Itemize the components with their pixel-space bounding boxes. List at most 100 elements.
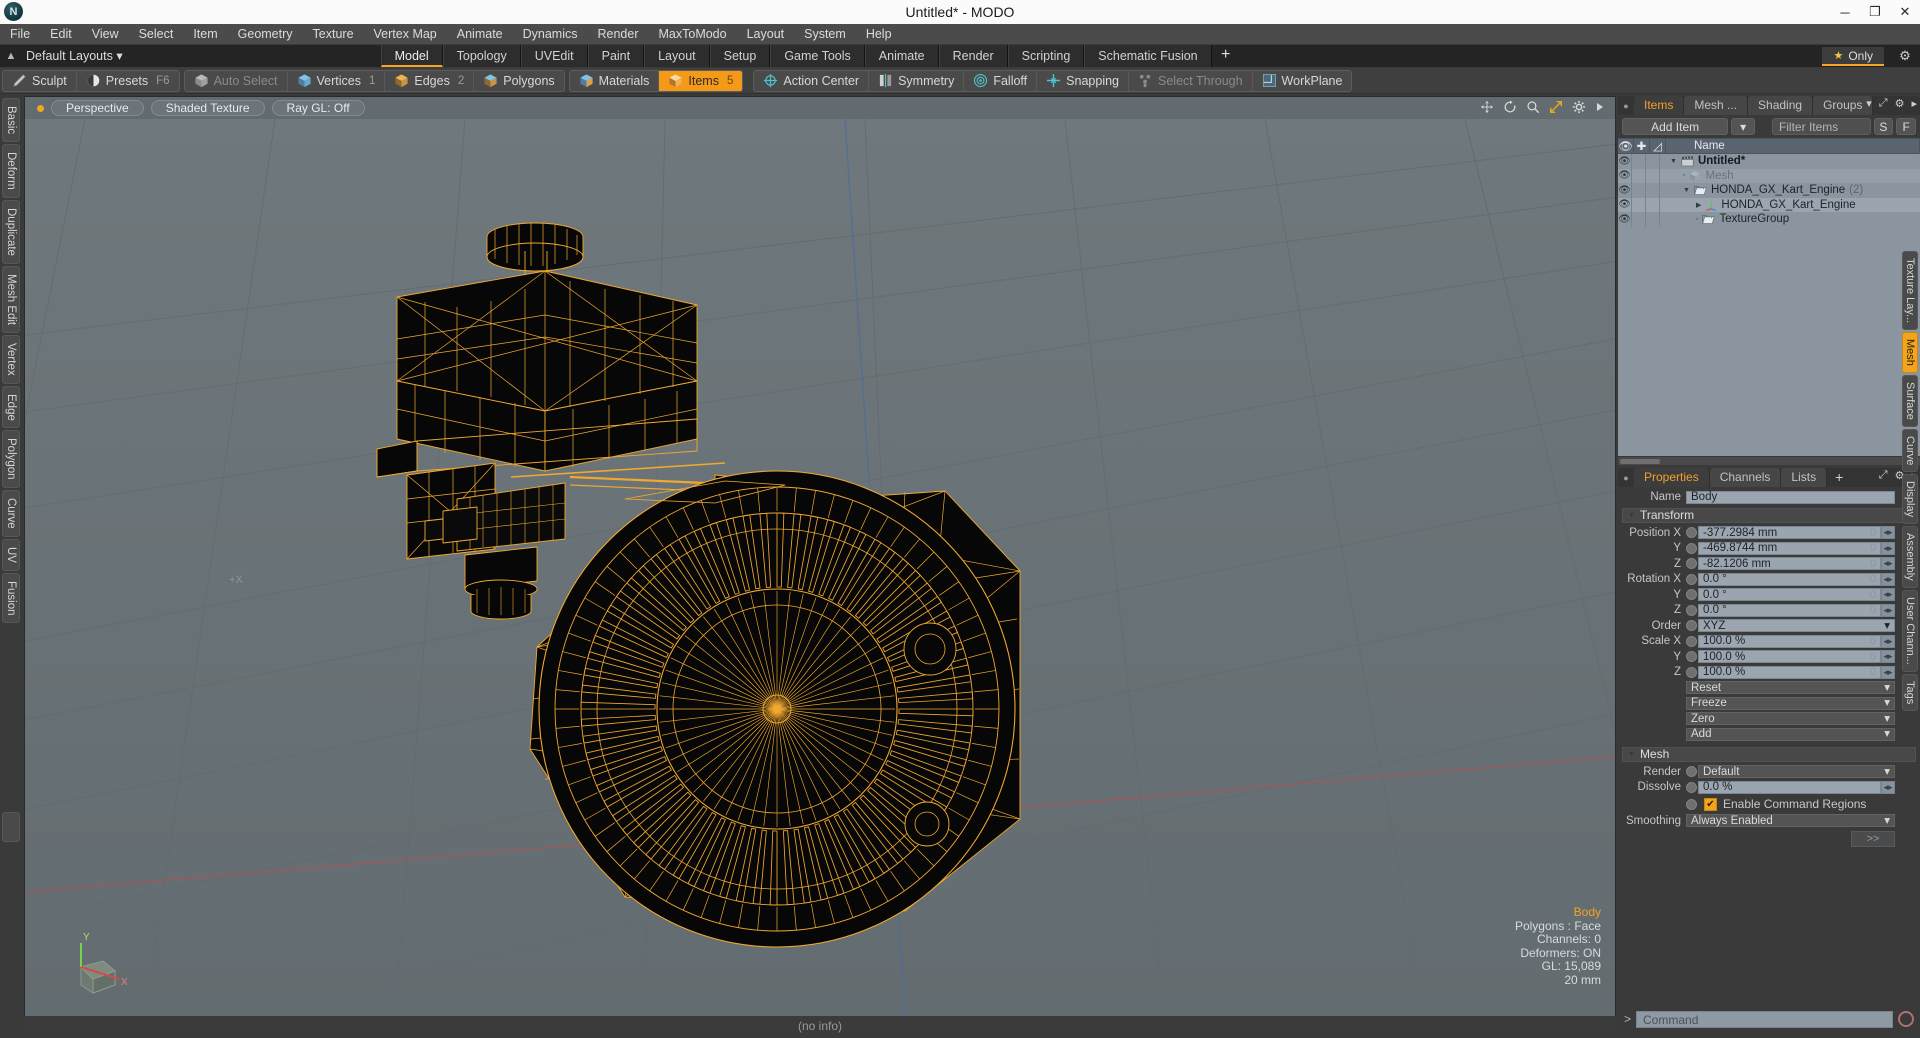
toolbar-button-items[interactable]: Items 5 xyxy=(659,70,743,91)
channel-dot-icon[interactable] xyxy=(1686,635,1697,647)
items-tab-mesh-[interactable]: Mesh ... xyxy=(1684,96,1749,115)
add-properties-tab-button[interactable]: + xyxy=(1827,468,1851,487)
channel-dot-icon[interactable] xyxy=(1686,781,1697,793)
properties-tab-properties[interactable]: Properties xyxy=(1634,468,1710,487)
viewport-raygl-mode[interactable]: Ray GL: Off xyxy=(271,100,365,116)
toolbar-button-polygons[interactable]: Polygons xyxy=(474,71,563,91)
toolbar-button-auto-select[interactable]: Auto Select xyxy=(185,70,288,91)
items-tree-row[interactable]: 👁 ▼ HONDA_GX_Kart_Engine (2) xyxy=(1618,183,1920,198)
right-tab-mesh[interactable]: Mesh xyxy=(1902,332,1918,374)
gear-icon[interactable]: ⚙ xyxy=(1895,97,1905,110)
layout-tab-paint[interactable]: Paint xyxy=(587,45,645,67)
channel-dot-icon[interactable] xyxy=(1686,604,1697,616)
zoom-icon[interactable] xyxy=(1526,100,1540,114)
transform-row-spinner[interactable]: ◂▸ xyxy=(1881,526,1895,540)
reset-zero-icon[interactable]: 0 xyxy=(1870,573,1876,585)
add-layout-tab-button[interactable]: + xyxy=(1212,45,1240,67)
toolbar-button-symmetry[interactable]: Symmetry xyxy=(869,70,965,91)
left-tab-edge[interactable]: Edge xyxy=(2,385,20,429)
gear-icon[interactable] xyxy=(1572,100,1586,114)
items-tree-row-content[interactable]: ▪ Mesh xyxy=(1660,170,1734,182)
row-axis-toggle[interactable] xyxy=(1646,168,1660,183)
channel-dot-icon[interactable] xyxy=(1686,766,1697,778)
row-lock-toggle[interactable] xyxy=(1632,168,1646,183)
layout-tab-topology[interactable]: Topology xyxy=(442,45,521,67)
row-lock-toggle[interactable] xyxy=(1632,183,1646,198)
left-tab-basic[interactable]: Basic xyxy=(2,98,20,143)
mesh-section-header[interactable]: ▼ Mesh xyxy=(1622,746,1916,762)
row-visibility-toggle[interactable]: 👁 xyxy=(1618,212,1632,227)
channel-dot-icon[interactable] xyxy=(1686,620,1697,632)
arrow-right-icon[interactable]: ▸ xyxy=(1911,97,1917,110)
row-twirl-icon[interactable]: ▼ xyxy=(1670,158,1677,165)
layout-tab-scripting[interactable]: Scripting xyxy=(1007,45,1085,67)
menu-item-geometry[interactable]: Geometry xyxy=(228,24,303,45)
items-tree-row[interactable]: 👁 ▪ Mesh xyxy=(1618,168,1920,183)
add-item-button[interactable]: Add Item xyxy=(1622,118,1729,135)
layout-tab-render[interactable]: Render xyxy=(938,45,1008,67)
items-tree-row-content[interactable]: ▶ HONDA_GX_Kart_Engine xyxy=(1660,199,1856,211)
left-tab-fusion[interactable]: Fusion xyxy=(2,572,20,624)
menu-item-select[interactable]: Select xyxy=(129,24,184,45)
gear-icon[interactable]: ⚙ xyxy=(1896,48,1914,64)
reset-zero-icon[interactable]: 0 xyxy=(1870,527,1876,539)
channel-dot-icon[interactable] xyxy=(1686,542,1697,554)
menu-item-view[interactable]: View xyxy=(82,24,129,45)
menu-item-dynamics[interactable]: Dynamics xyxy=(513,24,588,45)
name-input[interactable]: Body xyxy=(1686,490,1895,504)
chevron-down-icon[interactable]: ▾ xyxy=(1866,97,1872,110)
transform-row-spinner[interactable]: ◂▸ xyxy=(1881,541,1895,555)
layout-tab-setup[interactable]: Setup xyxy=(709,45,771,67)
menu-item-help[interactable]: Help xyxy=(856,24,902,45)
menu-item-file[interactable]: File xyxy=(0,24,40,45)
channel-dot-icon[interactable] xyxy=(1686,527,1697,539)
layout-tab-schematic-fusion[interactable]: Schematic Fusion xyxy=(1084,45,1212,67)
left-tab-curve[interactable]: Curve xyxy=(2,489,20,537)
right-tab-curve[interactable]: Curve xyxy=(1902,429,1918,473)
right-tab-surface[interactable]: Surface xyxy=(1902,375,1918,428)
properties-tab-channels[interactable]: Channels xyxy=(1709,468,1782,487)
transform-row-spinner[interactable]: ◂▸ xyxy=(1881,603,1895,617)
items-tree-row-content[interactable]: ▪ TextureGroup xyxy=(1660,213,1789,225)
layout-home-icon[interactable]: ▲ xyxy=(0,45,22,67)
row-twirl-icon[interactable]: ▼ xyxy=(1683,187,1690,194)
reset-zero-icon[interactable]: 0 xyxy=(1870,666,1876,678)
command-input[interactable]: Command xyxy=(1636,1010,1893,1028)
layout-tab-model[interactable]: Model xyxy=(380,45,443,67)
minimize-icon[interactable]: ─ xyxy=(1830,0,1860,24)
panel-menu-dot-icon[interactable]: ● xyxy=(1618,468,1634,487)
menu-item-vertex-map[interactable]: Vertex Map xyxy=(364,24,447,45)
layout-tab-game-tools[interactable]: Game Tools xyxy=(770,45,865,67)
toolbar-button-presets[interactable]: Presets F6 xyxy=(77,71,179,91)
only-badge[interactable]: ★ Only xyxy=(1822,47,1884,66)
transform-button-freeze[interactable]: Freeze ▾ xyxy=(1686,696,1895,710)
transform-row-input[interactable]: -377.2984 mm 0 xyxy=(1698,526,1881,540)
smoothing-dropdown[interactable]: Always Enabled ▾ xyxy=(1686,814,1895,828)
right-tab-texture-lay-[interactable]: Texture Lay... xyxy=(1902,251,1918,331)
left-tab-duplicate[interactable]: Duplicate xyxy=(2,199,20,264)
transform-row-spinner[interactable]: ◂▸ xyxy=(1881,634,1895,648)
menu-item-item[interactable]: Item xyxy=(183,24,227,45)
left-tab-vertex[interactable]: Vertex xyxy=(2,334,20,384)
toolbar-button-edges[interactable]: Edges 2 xyxy=(385,70,475,91)
menu-item-layout[interactable]: Layout xyxy=(737,24,795,45)
dissolve-spinner[interactable]: ◂▸ xyxy=(1881,780,1895,794)
transform-row-spinner[interactable]: ◂▸ xyxy=(1881,665,1895,679)
channel-dot-icon[interactable] xyxy=(1686,666,1697,678)
right-tab-tags[interactable]: Tags xyxy=(1902,674,1918,712)
right-tab-user-chann-[interactable]: User Chann... xyxy=(1902,590,1918,673)
left-tab-uv[interactable]: UV xyxy=(2,538,20,571)
toolbar-button-materials[interactable]: Materials xyxy=(570,70,660,91)
transform-button-zero[interactable]: Zero ▾ xyxy=(1686,712,1895,726)
right-tab-display[interactable]: Display xyxy=(1902,474,1918,525)
channel-dot-icon[interactable] xyxy=(1686,651,1697,663)
row-twirl-icon[interactable]: ▶ xyxy=(1696,201,1701,209)
reset-zero-icon[interactable]: 0 xyxy=(1870,542,1876,554)
transform-section-header[interactable]: ▼ Transform xyxy=(1622,507,1916,523)
items-tab-items[interactable]: Items xyxy=(1634,96,1685,115)
layout-tab-layout[interactable]: Layout xyxy=(644,45,710,67)
transform-row-input[interactable]: 0.0 ° 0 xyxy=(1698,588,1881,602)
reset-zero-icon[interactable]: 0 xyxy=(1870,589,1876,601)
viewport-shading-mode[interactable]: Shaded Texture xyxy=(150,100,265,116)
items-tab-groups[interactable]: Groups xyxy=(1813,96,1874,115)
